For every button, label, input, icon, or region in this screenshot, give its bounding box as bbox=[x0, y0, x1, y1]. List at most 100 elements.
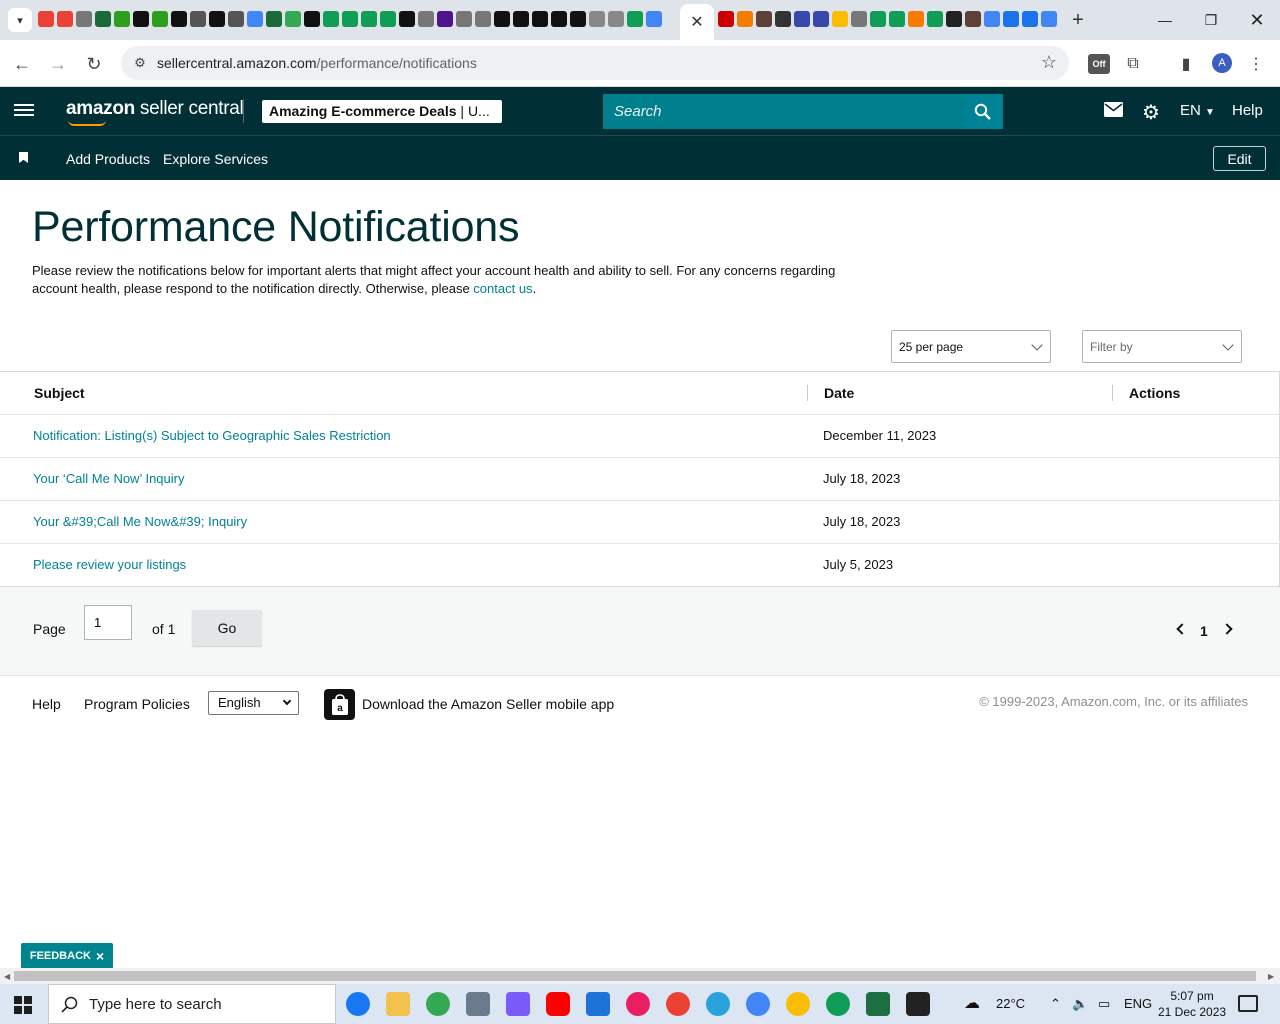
volume-icon[interactable]: 🔈 bbox=[1072, 996, 1088, 1012]
notification-center-icon[interactable] bbox=[1238, 995, 1258, 1012]
chevron-left-icon[interactable] bbox=[1176, 623, 1188, 635]
table-row: Your ‘Call Me Now’ Inquiry July 18, 2023 bbox=[0, 458, 1280, 501]
extensions-puzzle-icon[interactable]: ⧉ bbox=[1121, 52, 1145, 76]
help-link[interactable]: Help bbox=[1232, 102, 1263, 119]
feedback-button[interactable]: FEEDBACK × bbox=[21, 943, 113, 968]
snipping-tool-icon[interactable] bbox=[626, 992, 650, 1016]
telegram-icon[interactable] bbox=[706, 992, 730, 1016]
pagination-bar: Page of 1 Go 1 bbox=[0, 587, 1280, 676]
language-code: EN bbox=[1180, 102, 1201, 119]
logo-amazon: amazon bbox=[66, 98, 135, 119]
input-language[interactable]: ENG bbox=[1124, 996, 1152, 1011]
notification-subject-link[interactable]: Your ‘Call Me Now’ Inquiry bbox=[33, 471, 185, 486]
calculator-icon[interactable] bbox=[466, 992, 490, 1016]
reload-icon[interactable]: ↻ bbox=[80, 50, 108, 78]
page-number-input[interactable] bbox=[84, 605, 132, 640]
chrome-profile-icon[interactable] bbox=[826, 992, 850, 1016]
nav-add-products[interactable]: Add Products bbox=[66, 151, 150, 167]
footer-help-link[interactable]: Help bbox=[32, 696, 61, 712]
mail-icon[interactable] bbox=[1104, 102, 1123, 121]
restore-button[interactable]: ❐ bbox=[1188, 0, 1234, 40]
chrome-profile-icon[interactable] bbox=[746, 992, 770, 1016]
back-arrow-icon[interactable]: ← bbox=[8, 50, 36, 78]
file-explorer-icon[interactable] bbox=[386, 992, 410, 1016]
edit-nav-button[interactable]: Edit bbox=[1213, 146, 1266, 171]
table-row: Notification: Listing(s) Subject to Geog… bbox=[0, 415, 1280, 458]
clock-date: 21 Dec 2023 bbox=[1158, 1005, 1227, 1019]
notification-subject-link[interactable]: Notification: Listing(s) Subject to Geog… bbox=[33, 428, 391, 443]
extension-off-icon[interactable]: Off bbox=[1088, 54, 1110, 74]
go-button[interactable]: Go bbox=[192, 610, 262, 646]
tab-search-button[interactable]: ▾ bbox=[8, 8, 32, 32]
store-switcher[interactable]: Amazing E-commerce Deals | U... bbox=[262, 100, 502, 123]
scroll-left-icon[interactable]: ◀ bbox=[4, 972, 10, 981]
hamburger-menu-icon[interactable] bbox=[14, 101, 34, 121]
notification-subject-link[interactable]: Your &#39;Call Me Now&#39; Inquiry bbox=[33, 514, 247, 529]
profile-initial: A bbox=[1218, 57, 1226, 69]
pinned-tabs-right[interactable] bbox=[718, 11, 1057, 27]
footer-language-select[interactable]: English bbox=[208, 691, 299, 715]
horizontal-scrollbar[interactable]: ◀ ▶ bbox=[0, 968, 1280, 984]
forward-arrow-icon[interactable]: → bbox=[44, 50, 72, 78]
network-icon[interactable]: ▭ bbox=[1098, 996, 1110, 1012]
excel-icon[interactable] bbox=[866, 992, 890, 1016]
url-text[interactable]: sellercentral.amazon.com/performance/not… bbox=[157, 55, 477, 71]
chevron-right-icon[interactable] bbox=[1221, 623, 1233, 635]
store-suffix: | U... bbox=[456, 103, 490, 119]
close-icon[interactable]: × bbox=[96, 948, 104, 964]
search-button[interactable] bbox=[963, 94, 1003, 129]
scroll-right-icon[interactable]: ▶ bbox=[1268, 972, 1274, 981]
filter-by-select[interactable]: Filter by bbox=[1082, 330, 1242, 363]
temperature-text[interactable]: 22°C bbox=[996, 996, 1025, 1011]
notification-date: July 5, 2023 bbox=[823, 557, 894, 572]
copyright-text: © 1999-2023, Amazon.com, Inc. or its aff… bbox=[979, 694, 1248, 709]
search-icon bbox=[61, 996, 78, 1013]
seller-central-logo[interactable]: amazon seller central bbox=[66, 98, 244, 120]
tray-chevron-up-icon[interactable]: ⌃ bbox=[1050, 996, 1061, 1012]
program-policies-link[interactable]: Program Policies bbox=[84, 696, 190, 712]
store-icon[interactable] bbox=[586, 992, 610, 1016]
pinned-tabs-left[interactable] bbox=[38, 11, 662, 27]
column-subject[interactable]: Subject bbox=[34, 385, 85, 401]
minimize-button[interactable]: — bbox=[1142, 0, 1188, 40]
chrome-profile-icon[interactable] bbox=[786, 992, 810, 1016]
amazon-app-icon[interactable]: a bbox=[324, 689, 355, 720]
taskbar-search-box[interactable]: Type here to search bbox=[48, 984, 336, 1024]
logo-seller-central: seller central bbox=[134, 98, 244, 119]
nav-explore-services[interactable]: Explore Services bbox=[163, 151, 268, 167]
search-input[interactable] bbox=[603, 94, 963, 129]
facebook-icon[interactable] bbox=[346, 992, 370, 1016]
chrome-icon[interactable] bbox=[426, 992, 450, 1016]
copilot-icon[interactable] bbox=[506, 992, 530, 1016]
per-page-select[interactable]: 25 per page bbox=[891, 330, 1051, 363]
sticky-notes-icon[interactable] bbox=[906, 992, 930, 1016]
current-page-number[interactable]: 1 bbox=[1200, 623, 1208, 639]
page-title: Performance Notifications bbox=[32, 203, 520, 251]
page-label: Page bbox=[33, 621, 66, 637]
close-window-button[interactable]: ✕ bbox=[1234, 0, 1280, 40]
address-bar[interactable]: ⚙ sellercentral.amazon.com/performance/n… bbox=[121, 46, 1069, 80]
logo-smile bbox=[68, 120, 106, 126]
new-tab-button[interactable]: + bbox=[1066, 8, 1090, 32]
windows-start-icon[interactable] bbox=[14, 996, 32, 1014]
taskbar-clock[interactable]: 5:07 pm 21 Dec 2023 bbox=[1158, 988, 1226, 1020]
side-panel-icon[interactable]: ▮ bbox=[1174, 52, 1198, 76]
settings-gear-icon[interactable]: ⚙ bbox=[1142, 100, 1160, 125]
download-app-link[interactable]: Download the Amazon Seller mobile app bbox=[362, 696, 614, 712]
browser-menu-icon[interactable]: ⋮ bbox=[1244, 52, 1268, 76]
active-tab-close-icon[interactable]: ✕ bbox=[680, 4, 714, 40]
bookmark-star-icon[interactable]: ☆ bbox=[1041, 52, 1057, 73]
profile-avatar[interactable]: A bbox=[1212, 53, 1232, 73]
site-info-icon[interactable]: ⚙ bbox=[131, 54, 149, 72]
bookmark-icon[interactable] bbox=[19, 152, 28, 163]
chrome-profile-icon[interactable] bbox=[666, 992, 690, 1016]
footer-language-value: English bbox=[218, 695, 261, 710]
notification-subject-link[interactable]: Please review your listings bbox=[33, 557, 186, 572]
language-selector[interactable]: EN ▼ bbox=[1180, 102, 1215, 119]
contact-us-link[interactable]: contact us bbox=[473, 281, 532, 296]
column-date[interactable]: Date bbox=[824, 385, 854, 401]
scrollbar-thumb[interactable] bbox=[14, 971, 1256, 981]
youtube-icon[interactable] bbox=[546, 992, 570, 1016]
weather-icon[interactable]: ☁ bbox=[964, 993, 980, 1013]
search-field[interactable] bbox=[603, 94, 963, 129]
